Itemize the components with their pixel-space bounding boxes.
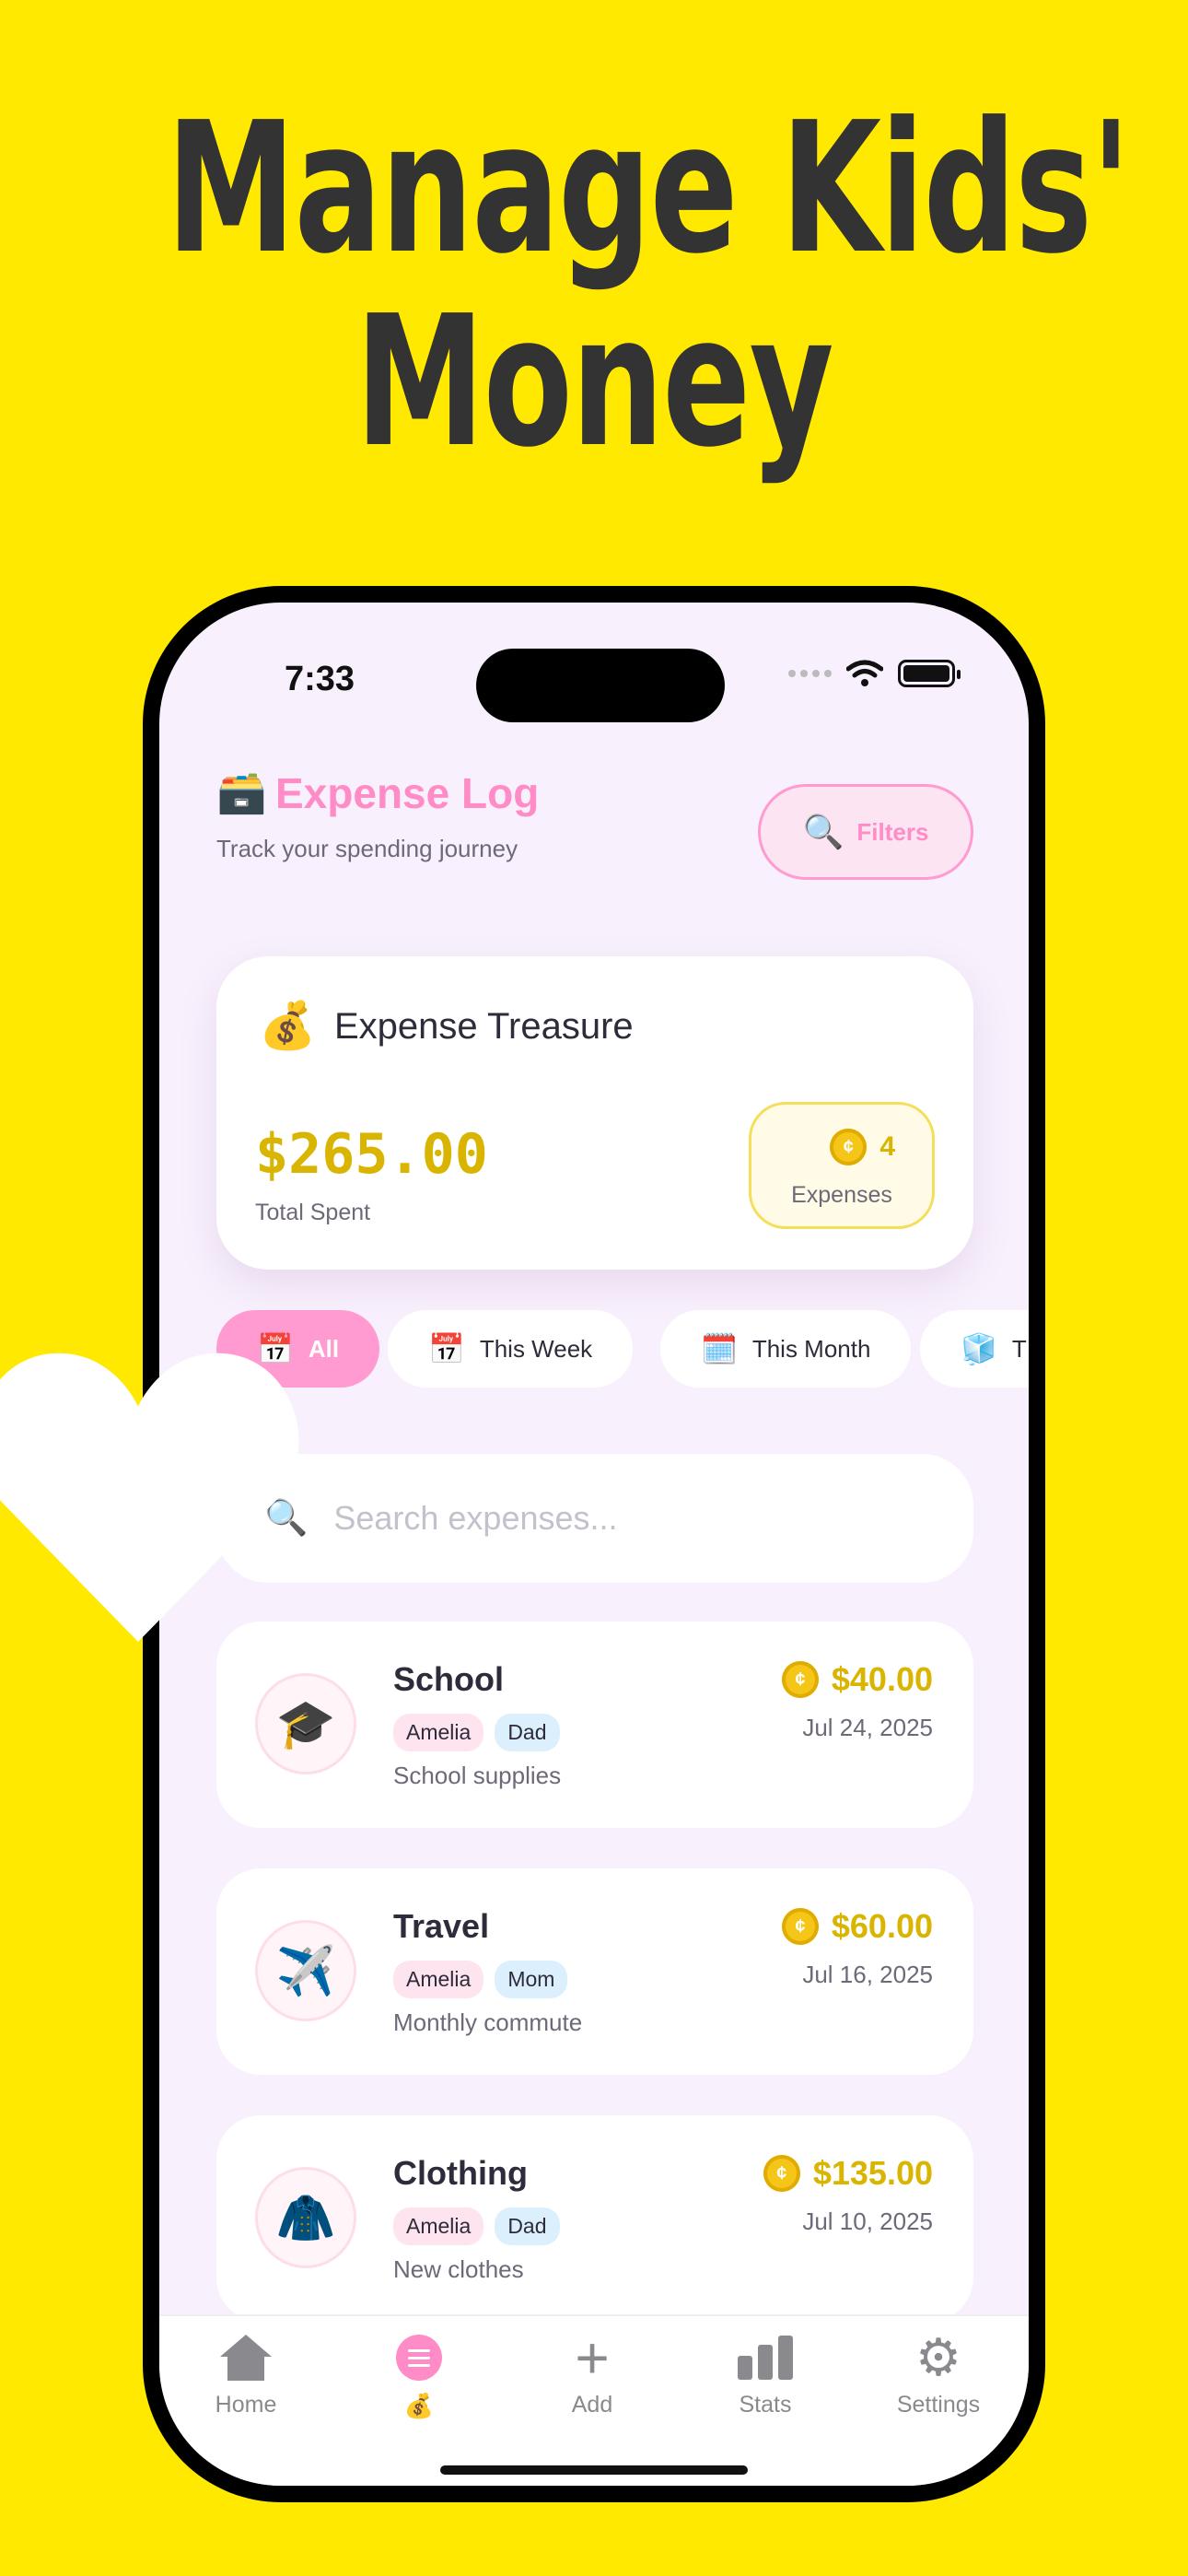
money-bag-tab-icon: 💰: [403, 2392, 435, 2419]
expense-amount: $40.00: [831, 1660, 933, 1698]
home-icon: [220, 2335, 272, 2381]
tab-settings[interactable]: ⚙ Settings: [852, 2327, 1025, 2418]
expense-count-label: Expenses: [791, 1182, 892, 1208]
signal-icon: [788, 670, 832, 677]
expense-amount: $135.00: [812, 2154, 933, 2192]
parent-tag: Mom: [495, 1961, 568, 1998]
expense-category: School: [393, 1660, 505, 1698]
expense-category: Travel: [393, 1907, 490, 1945]
parent-tag: Dad: [495, 1714, 560, 1751]
expense-date: Jul 16, 2025: [802, 1961, 933, 1988]
parent-tag: Dad: [495, 2207, 560, 2245]
tab-label: Add: [571, 2392, 613, 2418]
coin-icon: ¢: [781, 1661, 819, 1698]
status-time: 7:33: [285, 660, 355, 698]
tab-expense-log[interactable]: 💰: [332, 2327, 506, 2420]
list-icon: [396, 2335, 442, 2381]
expense-amount: $60.00: [831, 1907, 933, 1945]
expense-count-box: ¢ 4 Expenses: [749, 1102, 935, 1229]
chip-this-week[interactable]: 📅 This Week: [388, 1310, 634, 1388]
cube-icon: 🧊: [961, 1332, 997, 1365]
kid-tag: Amelia: [393, 1714, 484, 1751]
tab-add[interactable]: + Add: [506, 2324, 679, 2418]
search-bar: 🔍: [216, 1454, 973, 1583]
coin-icon: ¢: [781, 1908, 819, 1945]
tab-home[interactable]: Home: [159, 2327, 332, 2418]
dynamic-island: [476, 649, 725, 722]
heart-decoration: [0, 1352, 299, 1642]
chip-this-month[interactable]: 🗓️ This Month: [660, 1310, 912, 1388]
graduation-cap-icon: 🎓: [255, 1673, 356, 1774]
wifi-icon: [846, 660, 883, 686]
chip-label: This Week: [479, 1334, 593, 1363]
money-bag-icon: 💰: [259, 1000, 317, 1051]
tab-label: Stats: [739, 2392, 792, 2418]
expense-card-travel[interactable]: ✈️ Travel Amelia Mom Monthly commute ¢ $…: [216, 1868, 973, 2075]
headline-line-1: Manage Kids': [166, 84, 1131, 294]
expense-count: 4: [879, 1131, 895, 1162]
chip-today[interactable]: 🧊 T: [920, 1310, 1029, 1388]
period-filter-chips: 📅 All 📅 This Week 🗓️ This Month 🧊 T: [216, 1310, 1029, 1388]
filters-label: Filters: [856, 817, 929, 846]
total-spent-label: Total Spent: [255, 1200, 371, 1225]
bar-chart-icon: [738, 2336, 793, 2380]
expense-category: Clothing: [393, 2154, 528, 2192]
tab-bar: Home 💰 + Add Stats ⚙ Settings: [159, 2314, 1029, 2486]
airplane-icon: ✈️: [255, 1920, 356, 2021]
treasure-title: Expense Treasure: [334, 1006, 634, 1047]
expense-card-school[interactable]: 🎓 School Amelia Dad School supplies ¢ $4…: [216, 1622, 973, 1828]
expense-card-clothing[interactable]: 🧥 Clothing Amelia Dad New clothes ¢ $135…: [216, 2115, 973, 2322]
home-indicator: [440, 2465, 748, 2475]
expense-log-icon: 🗃️: [216, 770, 267, 815]
magnifier-icon: 🔍: [802, 813, 844, 850]
chip-label: This Month: [751, 1334, 871, 1363]
status-icons: [788, 660, 961, 687]
tab-label: Settings: [896, 2392, 981, 2418]
coin-icon: ¢: [763, 2155, 800, 2192]
tab-stats[interactable]: Stats: [679, 2327, 852, 2418]
total-spent-amount: $265.00: [255, 1122, 488, 1187]
kid-tag: Amelia: [393, 2207, 484, 2245]
expense-treasure-card: 💰 Expense Treasure $265.00 Total Spent ¢…: [216, 956, 973, 1270]
expense-date: Jul 10, 2025: [802, 2207, 933, 2235]
search-input[interactable]: [333, 1499, 850, 1538]
tab-label: Home: [215, 2392, 277, 2418]
coat-icon: 🧥: [255, 2167, 356, 2268]
page-title: Expense Log: [275, 769, 540, 817]
plus-icon: +: [575, 2324, 610, 2391]
headline-line-2: Money: [355, 277, 834, 487]
expense-note: New clothes: [393, 2255, 524, 2283]
page-subtitle: Track your spending journey: [216, 835, 518, 862]
expense-note: Monthly commute: [393, 2008, 583, 2036]
spiral-calendar-icon: 🗓️: [701, 1332, 738, 1365]
chip-label: T: [1011, 1334, 1027, 1363]
expense-date: Jul 24, 2025: [802, 1714, 933, 1741]
gear-icon: ⚙: [914, 2328, 962, 2386]
kid-tag: Amelia: [393, 1961, 484, 1998]
battery-icon: [898, 660, 961, 687]
expense-note: School supplies: [393, 1762, 562, 1789]
filters-button[interactable]: 🔍 Filters: [758, 784, 973, 880]
headline: Manage Kids' Money: [166, 84, 1131, 487]
coin-icon: ¢: [830, 1129, 868, 1165]
chip-label: All: [308, 1334, 340, 1363]
calendar-icon: 📅: [428, 1332, 465, 1365]
